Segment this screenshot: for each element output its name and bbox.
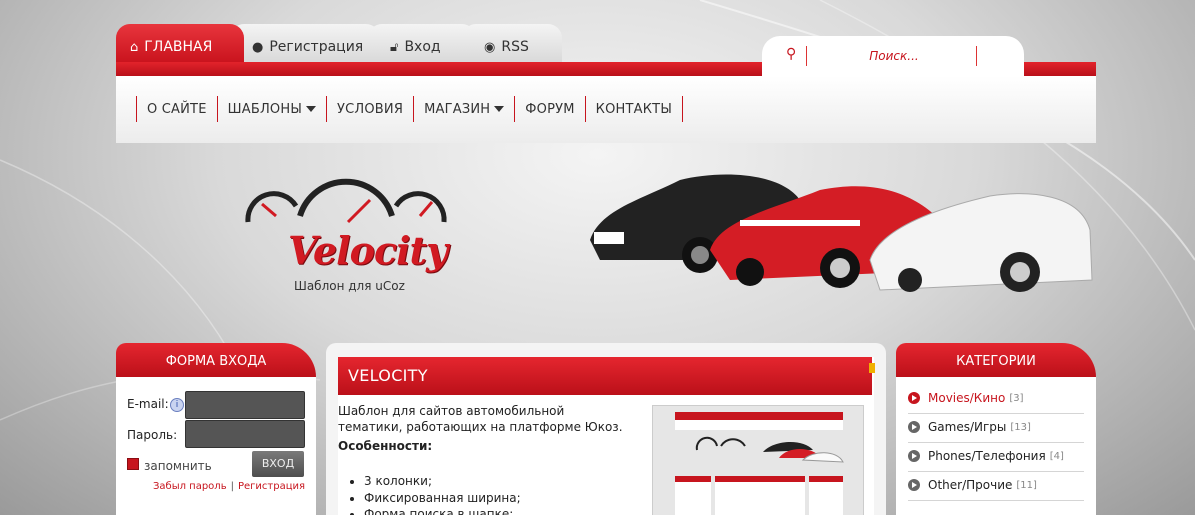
search-icon[interactable]: ⚲ <box>786 46 796 62</box>
caret-down-icon <box>494 106 505 112</box>
list-item: 3 колонки; <box>364 473 521 490</box>
tab-label: Вход <box>404 39 441 55</box>
search-divider <box>806 46 807 66</box>
remember-checkbox[interactable] <box>127 458 139 470</box>
link-separator: | <box>230 481 234 492</box>
category-item[interactable]: Movies/Кино [3] <box>908 387 1024 409</box>
arrow-right-icon <box>908 392 920 404</box>
login-button[interactable]: ВХОД <box>252 451 304 477</box>
remember-label: запомнить <box>144 459 212 473</box>
logo-title: Velocity <box>288 228 448 273</box>
divider <box>908 500 1084 501</box>
email-label: E-mail: <box>127 397 169 411</box>
cars-illustration <box>590 174 1093 292</box>
category-count: [4] <box>1049 450 1064 462</box>
category-item[interactable]: Phones/Телефония [4] <box>908 445 1064 467</box>
tab-registration[interactable]: ● Регистрация <box>230 24 380 64</box>
login-form: ФОРМА ВХОДА E-mail: i Пароль: запомнить … <box>116 343 316 515</box>
list-item: Фиксированная ширина; <box>364 490 521 507</box>
logo-subtitle: Шаблон для uCoz <box>294 279 405 293</box>
nav-label: О САЙТЕ <box>147 101 207 117</box>
register-link[interactable]: Регистрация <box>238 481 305 492</box>
category-name: Other/Прочие <box>928 478 1013 492</box>
search-divider <box>976 46 977 66</box>
categories-panel: КАТЕГОРИИ Movies/Кино [3] Games/Игры [13… <box>896 343 1096 515</box>
category-item[interactable]: Other/Прочие [11] <box>908 474 1037 496</box>
main-content: VELOCITY Шаблон для сайтов автомобильной… <box>326 343 886 515</box>
email-field[interactable] <box>185 391 305 419</box>
forgot-password-link[interactable]: Забыл пароль <box>153 481 227 492</box>
features-list: 3 колонки; Фиксированная ширина; Форма п… <box>364 473 521 515</box>
nav-label: МАГАЗИН <box>424 101 491 117</box>
password-field[interactable] <box>185 420 305 448</box>
category-item[interactable]: Games/Игры [13] <box>908 416 1031 438</box>
login-title: ФОРМА ВХОДА <box>116 343 316 377</box>
nav-item-about[interactable]: О САЙТЕ <box>136 96 217 122</box>
password-label: Пароль: <box>127 428 178 442</box>
nav-item-forum[interactable]: ФОРУМ <box>514 96 584 122</box>
categories-title: КАТЕГОРИИ <box>896 343 1096 377</box>
arrow-right-icon <box>908 450 920 462</box>
tab-label: Регистрация <box>269 39 364 55</box>
login-links: Забыл пароль | Регистрация <box>153 481 305 492</box>
tab-label: RSS <box>501 39 529 55</box>
divider <box>908 442 1084 443</box>
site-logo[interactable]: Velocity Шаблон для uCoz <box>244 176 449 296</box>
nav-item-shop[interactable]: МАГАЗИН <box>413 96 514 122</box>
tab-login[interactable]: 🔓︎ Вход <box>368 24 476 64</box>
search-box: ⚲ <box>762 36 1024 76</box>
category-count: [11] <box>1016 479 1037 491</box>
nav-item-templates[interactable]: ШАБЛОНЫ <box>216 96 326 122</box>
category-name: Movies/Кино <box>928 391 1006 405</box>
category-name: Games/Игры <box>928 420 1007 434</box>
arrow-right-icon <box>908 479 920 491</box>
info-icon[interactable]: i <box>170 398 184 412</box>
nav-item-terms[interactable]: УСЛОВИЯ <box>326 96 413 122</box>
tab-home[interactable]: ⌂ ГЛАВНАЯ <box>116 24 244 64</box>
post-title[interactable]: VELOCITY <box>338 357 875 395</box>
search-input[interactable] <box>820 44 968 68</box>
category-count: [3] <box>1009 392 1024 404</box>
nav-label: ФОРУМ <box>525 101 575 117</box>
post-title-text: VELOCITY <box>348 366 428 385</box>
nav-label: ШАБЛОНЫ <box>227 101 302 117</box>
caret-down-icon <box>306 106 316 112</box>
template-preview-image[interactable] <box>652 405 864 515</box>
category-name: Phones/Телефония <box>928 449 1046 463</box>
nav-label: УСЛОВИЯ <box>337 101 404 117</box>
category-count: [13] <box>1010 421 1031 433</box>
speedometer-icon <box>245 178 447 224</box>
tab-rss[interactable]: ◉ RSS <box>462 24 562 64</box>
divider <box>908 471 1084 472</box>
divider <box>908 413 1084 414</box>
post-title-marker <box>869 363 875 373</box>
nav-item-contacts[interactable]: КОНТАКТЫ <box>584 96 683 122</box>
nav-label: КОНТАКТЫ <box>595 101 672 117</box>
arrow-right-icon <box>908 421 920 433</box>
tab-label: ГЛАВНАЯ <box>144 39 213 55</box>
list-item: Форма поиска в шапке; <box>364 506 521 515</box>
post-description: Шаблон для сайтов автомобильной тематики… <box>338 404 623 434</box>
main-nav: О САЙТЕ ШАБЛОНЫ УСЛОВИЯ МАГАЗИН ФОРУМ КО… <box>116 76 1096 143</box>
features-heading: Особенности: <box>338 439 433 453</box>
